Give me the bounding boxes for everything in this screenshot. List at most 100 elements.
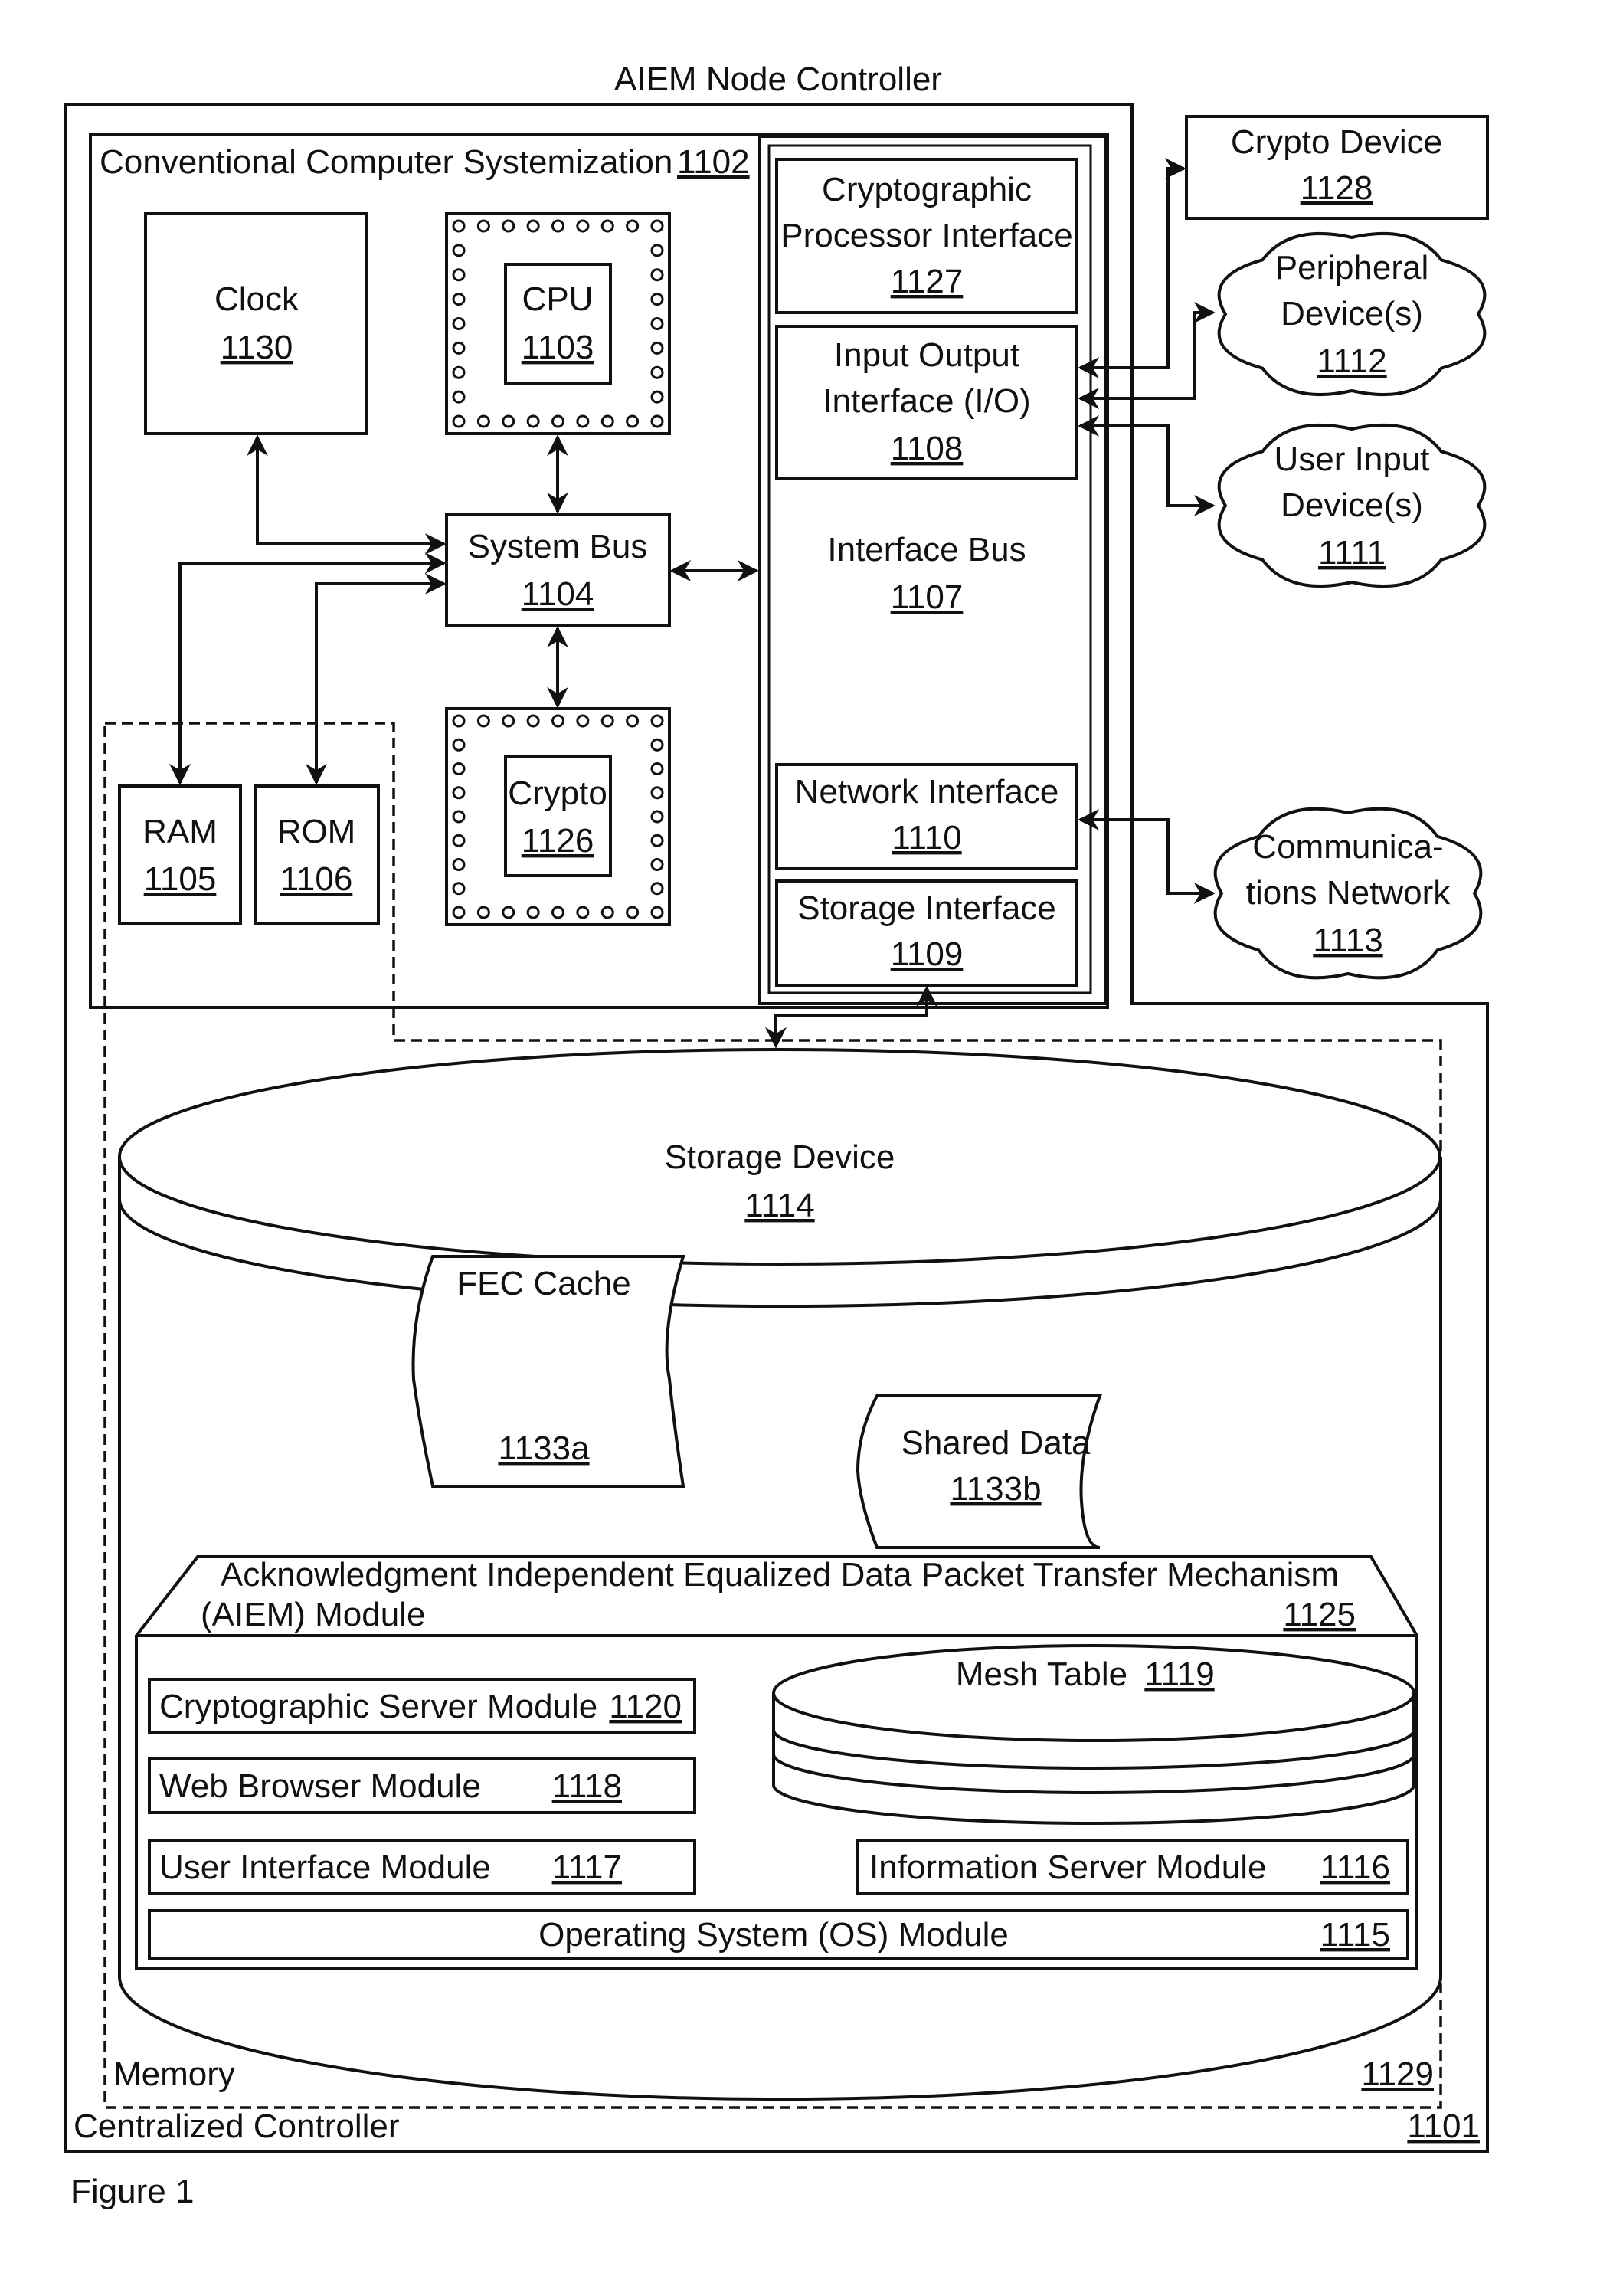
chip-pin [526, 219, 540, 233]
chip-pin [452, 882, 466, 896]
chip-pin [626, 414, 640, 428]
svg-text:Cryptographic Server Module: Cryptographic Server Module [159, 1688, 597, 1725]
svg-text:Web Browser Module: Web Browser Module [159, 1767, 481, 1805]
user-input-devices-ref: 1111 [1318, 534, 1386, 572]
svg-text:1115: 1115 [1320, 1916, 1390, 1954]
chip-pin [526, 906, 540, 919]
centralized-controller-ref: 1101 [1407, 2108, 1480, 2145]
chip-pin [650, 365, 664, 379]
chip-pin [452, 365, 466, 379]
chip-pin [650, 906, 664, 919]
chip-pin [452, 317, 466, 330]
systemization-label: Conventional Computer Systemization [100, 143, 672, 181]
chip-pin [452, 268, 466, 282]
memory-ref: 1129 [1361, 2055, 1434, 2093]
chip-pin [650, 268, 664, 282]
peripheral-devices-line1: Peripheral [1275, 249, 1429, 287]
communications-network-ref: 1113 [1313, 922, 1382, 959]
rom-ref: 1106 [280, 860, 353, 898]
chip-pin [502, 219, 515, 233]
chip-pin [650, 414, 664, 428]
clock-ref: 1130 [221, 329, 293, 366]
chip-pin [650, 810, 664, 824]
crypto-processor-interface-line1: Cryptographic [822, 171, 1032, 208]
svg-text:1120: 1120 [609, 1688, 682, 1725]
system-bus-ref: 1104 [522, 575, 594, 613]
svg-text:1118: 1118 [552, 1767, 622, 1805]
chip-pin [576, 714, 590, 728]
crypto-chip-ref: 1126 [522, 822, 594, 860]
clock-label: Clock [214, 280, 299, 318]
interface-bus-label: Interface Bus [827, 531, 1026, 568]
chip-pin [452, 762, 466, 775]
cpu-ref: 1103 [522, 329, 594, 366]
user-input-devices-line1: User Input [1274, 441, 1430, 478]
chip-pin [526, 414, 540, 428]
svg-text:1117: 1117 [552, 1849, 622, 1886]
chip-pin [502, 906, 515, 919]
chip-pin [452, 786, 466, 800]
chip-pin [626, 219, 640, 233]
chip-pin [650, 738, 664, 752]
chip-pin [626, 714, 640, 728]
network-interface-ref: 1110 [892, 819, 961, 856]
figure-caption: Figure 1 [70, 2173, 194, 2210]
cpu-chip: CPU 1103 [445, 212, 671, 435]
chip-pin [650, 786, 664, 800]
fec-cache-ref: 1133a [498, 1430, 590, 1467]
chip-pin [476, 219, 490, 233]
chip-pin [650, 762, 664, 775]
crypto-device-ref: 1128 [1301, 169, 1373, 207]
crypto-device-label: Crypto Device [1231, 123, 1442, 161]
chip-pin [650, 341, 664, 355]
interface-bus-ref: 1107 [891, 578, 964, 616]
module-crypto-server: Cryptographic Server Module 1120 [148, 1678, 696, 1734]
peripheral-devices-ref: 1112 [1317, 342, 1386, 380]
ram-label: RAM [142, 813, 218, 850]
crypto-chip-label: Crypto [508, 775, 607, 812]
chip-pin [452, 341, 466, 355]
chip-pin [476, 414, 490, 428]
centralized-controller-label: Centralized Controller [74, 2108, 400, 2145]
io-interface-line1: Input Output [834, 336, 1019, 374]
chip-pin [452, 414, 466, 428]
module-operating-system: Operating System (OS) Module 1115 [148, 1909, 1409, 1960]
storage-interface-ref: 1109 [891, 935, 964, 973]
chip-pin [600, 414, 614, 428]
chip-pin [650, 882, 664, 896]
chip-pin [452, 834, 466, 847]
ram-ref: 1105 [144, 860, 217, 898]
svg-text:User Interface Module: User Interface Module [159, 1849, 491, 1886]
aiem-module-ref: 1125 [1283, 1596, 1356, 1633]
svg-text:Operating System (OS) Module: Operating System (OS) Module [538, 1916, 1009, 1954]
chip-pin [502, 414, 515, 428]
communications-network-line1: Communica- [1252, 828, 1443, 866]
aiem-module-line2: (AIEM) Module [201, 1596, 425, 1633]
clock-box [144, 212, 368, 435]
cpu-label: CPU [522, 280, 594, 318]
chip-pin [576, 219, 590, 233]
chip-pin [452, 738, 466, 752]
chip-pin [600, 906, 614, 919]
aiem-module-line1: Acknowledgment Independent Equalized Dat… [221, 1556, 1339, 1593]
rom-label: ROM [277, 813, 356, 850]
chip-pin [600, 219, 614, 233]
memory-label: Memory [113, 2055, 235, 2093]
chip-pin [551, 414, 564, 428]
chip-pin [526, 714, 540, 728]
crypto-processor-interface-ref: 1127 [891, 263, 964, 300]
chip-pin [551, 906, 564, 919]
communications-network-line2: tions Network [1246, 874, 1451, 912]
chip-pin [650, 317, 664, 330]
module-web-browser: Web Browser Module 1118 [148, 1757, 696, 1814]
chip-pin [576, 906, 590, 919]
chip-pin [452, 390, 466, 404]
io-interface-line2: Interface (I/O) [823, 382, 1030, 420]
chip-pin [452, 906, 466, 919]
chip-pin [452, 810, 466, 824]
chip-pin [600, 714, 614, 728]
ram-box [118, 784, 242, 925]
rom-box [254, 784, 380, 925]
chip-pin [502, 714, 515, 728]
fec-cache-label: FEC Cache [456, 1265, 630, 1302]
